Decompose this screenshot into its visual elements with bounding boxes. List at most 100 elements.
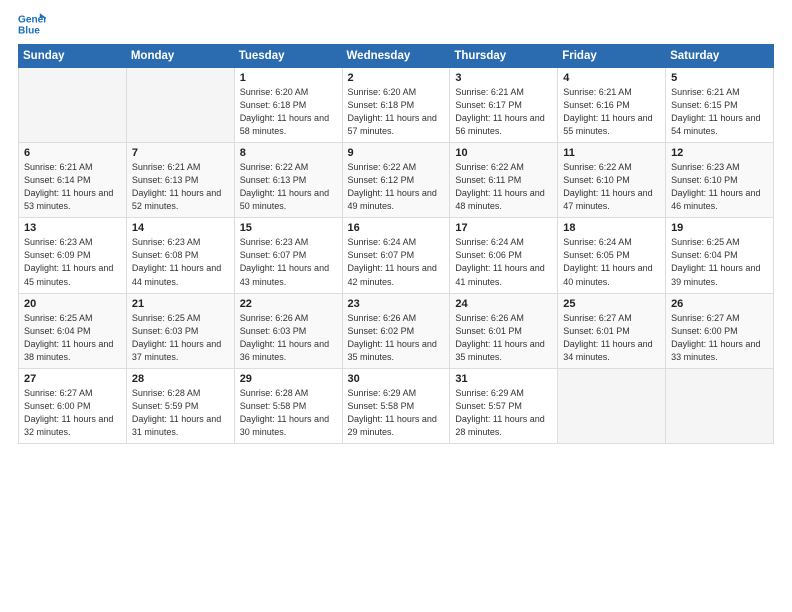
day-number: 5 — [671, 72, 768, 84]
day-info: Sunrise: 6:22 AMSunset: 6:10 PMDaylight:… — [563, 161, 660, 213]
day-info: Sunrise: 6:23 AMSunset: 6:07 PMDaylight:… — [240, 236, 337, 288]
day-number: 2 — [348, 72, 445, 84]
calendar-cell — [666, 368, 774, 443]
day-info: Sunrise: 6:27 AMSunset: 6:00 PMDaylight:… — [24, 387, 121, 439]
day-number: 9 — [348, 147, 445, 159]
day-number: 21 — [132, 298, 229, 310]
day-header-thursday: Thursday — [450, 45, 558, 68]
calendar-cell: 2 Sunrise: 6:20 AMSunset: 6:18 PMDaylight… — [342, 68, 450, 143]
day-info: Sunrise: 6:26 AMSunset: 6:03 PMDaylight:… — [240, 312, 337, 364]
calendar-header-row: SundayMondayTuesdayWednesdayThursdayFrid… — [19, 45, 774, 68]
svg-text:Blue: Blue — [18, 25, 40, 36]
day-info: Sunrise: 6:24 AMSunset: 6:05 PMDaylight:… — [563, 236, 660, 288]
day-number: 24 — [455, 298, 552, 310]
day-info: Sunrise: 6:24 AMSunset: 6:06 PMDaylight:… — [455, 236, 552, 288]
calendar-cell: 30 Sunrise: 6:29 AMSunset: 5:58 PMDayligh… — [342, 368, 450, 443]
header: General Blue — [18, 10, 774, 38]
calendar-cell: 31 Sunrise: 6:29 AMSunset: 5:57 PMDayligh… — [450, 368, 558, 443]
page: General Blue SundayMondayTuesdayWednesda… — [0, 0, 792, 612]
day-number: 25 — [563, 298, 660, 310]
calendar-cell: 25 Sunrise: 6:27 AMSunset: 6:01 PMDayligh… — [558, 293, 666, 368]
day-info: Sunrise: 6:23 AMSunset: 6:10 PMDaylight:… — [671, 161, 768, 213]
day-number: 11 — [563, 147, 660, 159]
day-number: 3 — [455, 72, 552, 84]
calendar-cell — [558, 368, 666, 443]
calendar-cell: 20Sunrise: 6:25 AMSunset: 6:04 PMDayligh… — [19, 293, 127, 368]
calendar-cell: 4 Sunrise: 6:21 AMSunset: 6:16 PMDaylight… — [558, 68, 666, 143]
day-number: 29 — [240, 373, 337, 385]
day-info: Sunrise: 6:28 AMSunset: 5:59 PMDaylight:… — [132, 387, 229, 439]
day-number: 31 — [455, 373, 552, 385]
day-number: 18 — [563, 222, 660, 234]
calendar-table: SundayMondayTuesdayWednesdayThursdayFrid… — [18, 44, 774, 444]
day-info: Sunrise: 6:27 AMSunset: 6:01 PMDaylight:… — [563, 312, 660, 364]
calendar-week-row: 1Sunrise: 6:20 AMSunset: 6:18 PMDaylight… — [19, 68, 774, 143]
day-info: Sunrise: 6:20 AMSunset: 6:18 PMDaylight:… — [240, 86, 337, 138]
day-info: Sunrise: 6:21 AMSunset: 6:13 PMDaylight:… — [132, 161, 229, 213]
calendar-cell: 6 Sunrise: 6:21 AMSunset: 6:14 PMDaylight… — [19, 143, 127, 218]
day-number: 12 — [671, 147, 768, 159]
calendar-week-row: 13Sunrise: 6:23 AMSunset: 6:09 PMDayligh… — [19, 218, 774, 293]
calendar-cell: 28Sunrise: 6:28 AMSunset: 5:59 PMDayligh… — [126, 368, 234, 443]
day-header-tuesday: Tuesday — [234, 45, 342, 68]
calendar-cell: 11 Sunrise: 6:22 AMSunset: 6:10 PMDayligh… — [558, 143, 666, 218]
day-header-saturday: Saturday — [666, 45, 774, 68]
calendar-week-row: 6 Sunrise: 6:21 AMSunset: 6:14 PMDaylight… — [19, 143, 774, 218]
day-info: Sunrise: 6:21 AMSunset: 6:14 PMDaylight:… — [24, 161, 121, 213]
day-info: Sunrise: 6:20 AMSunset: 6:18 PMDaylight:… — [348, 86, 445, 138]
day-info: Sunrise: 6:24 AMSunset: 6:07 PMDaylight:… — [348, 236, 445, 288]
day-info: Sunrise: 6:29 AMSunset: 5:57 PMDaylight:… — [455, 387, 552, 439]
calendar-cell: 10Sunrise: 6:22 AMSunset: 6:11 PMDayligh… — [450, 143, 558, 218]
calendar-cell: 5 Sunrise: 6:21 AMSunset: 6:15 PMDaylight… — [666, 68, 774, 143]
day-number: 27 — [24, 373, 121, 385]
day-number: 6 — [24, 147, 121, 159]
day-number: 8 — [240, 147, 337, 159]
day-header-friday: Friday — [558, 45, 666, 68]
day-number: 19 — [671, 222, 768, 234]
day-number: 23 — [348, 298, 445, 310]
day-info: Sunrise: 6:27 AMSunset: 6:00 PMDaylight:… — [671, 312, 768, 364]
day-number: 15 — [240, 222, 337, 234]
calendar-cell: 26 Sunrise: 6:27 AMSunset: 6:00 PMDayligh… — [666, 293, 774, 368]
calendar-cell: 9 Sunrise: 6:22 AMSunset: 6:12 PMDaylight… — [342, 143, 450, 218]
calendar-cell: 19 Sunrise: 6:25 AMSunset: 6:04 PMDayligh… — [666, 218, 774, 293]
day-info: Sunrise: 6:25 AMSunset: 6:04 PMDaylight:… — [671, 236, 768, 288]
day-info: Sunrise: 6:22 AMSunset: 6:13 PMDaylight:… — [240, 161, 337, 213]
day-info: Sunrise: 6:26 AMSunset: 6:01 PMDaylight:… — [455, 312, 552, 364]
day-info: Sunrise: 6:23 AMSunset: 6:08 PMDaylight:… — [132, 236, 229, 288]
day-info: Sunrise: 6:28 AMSunset: 5:58 PMDaylight:… — [240, 387, 337, 439]
calendar-cell: 8 Sunrise: 6:22 AMSunset: 6:13 PMDaylight… — [234, 143, 342, 218]
day-header-monday: Monday — [126, 45, 234, 68]
calendar-cell: 14 Sunrise: 6:23 AMSunset: 6:08 PMDayligh… — [126, 218, 234, 293]
day-header-wednesday: Wednesday — [342, 45, 450, 68]
calendar-cell: 3Sunrise: 6:21 AMSunset: 6:17 PMDaylight… — [450, 68, 558, 143]
calendar-cell: 18 Sunrise: 6:24 AMSunset: 6:05 PMDayligh… — [558, 218, 666, 293]
calendar-cell: 27 Sunrise: 6:27 AMSunset: 6:00 PMDayligh… — [19, 368, 127, 443]
day-info: Sunrise: 6:21 AMSunset: 6:16 PMDaylight:… — [563, 86, 660, 138]
logo-icon: General Blue — [18, 10, 46, 38]
calendar-cell: 15 Sunrise: 6:23 AMSunset: 6:07 PMDayligh… — [234, 218, 342, 293]
calendar-cell: 22Sunrise: 6:26 AMSunset: 6:03 PMDayligh… — [234, 293, 342, 368]
day-info: Sunrise: 6:21 AMSunset: 6:15 PMDaylight:… — [671, 86, 768, 138]
calendar-cell: 7 Sunrise: 6:21 AMSunset: 6:13 PMDaylight… — [126, 143, 234, 218]
day-info: Sunrise: 6:23 AMSunset: 6:09 PMDaylight:… — [24, 236, 121, 288]
day-number: 14 — [132, 222, 229, 234]
calendar-week-row: 27 Sunrise: 6:27 AMSunset: 6:00 PMDayligh… — [19, 368, 774, 443]
day-info: Sunrise: 6:25 AMSunset: 6:03 PMDaylight:… — [132, 312, 229, 364]
calendar-cell: 1Sunrise: 6:20 AMSunset: 6:18 PMDaylight… — [234, 68, 342, 143]
calendar-cell: 17Sunrise: 6:24 AMSunset: 6:06 PMDayligh… — [450, 218, 558, 293]
logo: General Blue — [18, 10, 50, 38]
calendar-cell: 29 Sunrise: 6:28 AMSunset: 5:58 PMDayligh… — [234, 368, 342, 443]
day-info: Sunrise: 6:22 AMSunset: 6:12 PMDaylight:… — [348, 161, 445, 213]
day-number: 4 — [563, 72, 660, 84]
day-info: Sunrise: 6:29 AMSunset: 5:58 PMDaylight:… — [348, 387, 445, 439]
day-number: 26 — [671, 298, 768, 310]
calendar-cell — [19, 68, 127, 143]
day-number: 16 — [348, 222, 445, 234]
day-number: 30 — [348, 373, 445, 385]
calendar-cell: 21 Sunrise: 6:25 AMSunset: 6:03 PMDayligh… — [126, 293, 234, 368]
day-info: Sunrise: 6:26 AMSunset: 6:02 PMDaylight:… — [348, 312, 445, 364]
day-number: 10 — [455, 147, 552, 159]
day-number: 7 — [132, 147, 229, 159]
day-header-sunday: Sunday — [19, 45, 127, 68]
